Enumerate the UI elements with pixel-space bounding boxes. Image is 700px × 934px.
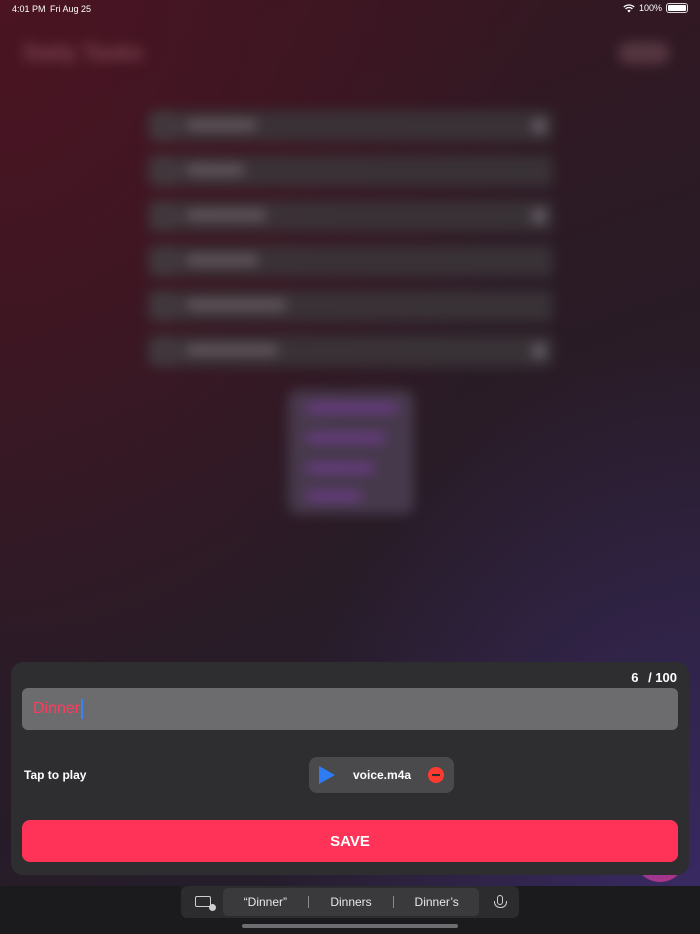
- microphone-icon[interactable]: [494, 895, 507, 908]
- battery-icon: [666, 3, 688, 13]
- counter-value: 6: [631, 670, 639, 685]
- add-task-sheet: 6 / 100 Dinner Tap to play voice.m4a SAV…: [11, 662, 689, 875]
- keyboard-suggestion-bar: “Dinner” Dinners Dinner’s: [0, 886, 700, 934]
- audio-attachment[interactable]: voice.m4a: [309, 757, 454, 793]
- play-icon[interactable]: [319, 766, 335, 784]
- suggestion-list: “Dinner” Dinners Dinner’s: [223, 888, 479, 916]
- task-name-value: Dinner: [33, 700, 81, 717]
- bg-card: [288, 390, 414, 514]
- suggestion-item[interactable]: Dinner’s: [394, 895, 479, 909]
- suggestion-item[interactable]: Dinners: [309, 895, 394, 909]
- status-date: Fri Aug 25: [50, 4, 92, 14]
- tap-to-play-label: Tap to play: [24, 768, 87, 782]
- bg-page-title: Daily Tasks: [24, 40, 144, 65]
- battery-percent: 100%: [638, 3, 662, 13]
- suggestion-strip: “Dinner” Dinners Dinner’s: [181, 886, 519, 918]
- save-button[interactable]: SAVE: [22, 820, 678, 862]
- task-name-input[interactable]: Dinner: [22, 688, 678, 730]
- character-counter: 6 / 100: [631, 670, 677, 685]
- bg-task-row: [148, 335, 553, 367]
- home-indicator: [242, 924, 458, 928]
- remove-audio-icon[interactable]: [428, 767, 444, 783]
- status-time: 4:01 PM: [12, 4, 46, 14]
- bg-task-row: [148, 155, 553, 187]
- status-bar: 4:01 PM Fri Aug 25 100%: [0, 0, 700, 18]
- wifi-icon: [623, 3, 635, 12]
- bg-task-row: [148, 290, 553, 322]
- bg-task-row: [148, 200, 553, 232]
- keyboard-icon[interactable]: [195, 896, 216, 911]
- suggestion-item[interactable]: “Dinner”: [223, 895, 308, 909]
- bg-task-row: [148, 245, 553, 277]
- bg-task-row: [148, 110, 553, 142]
- text-caret: [81, 699, 84, 719]
- counter-max: / 100: [648, 670, 677, 685]
- audio-filename: voice.m4a: [353, 768, 412, 782]
- bg-toggle: [618, 42, 670, 64]
